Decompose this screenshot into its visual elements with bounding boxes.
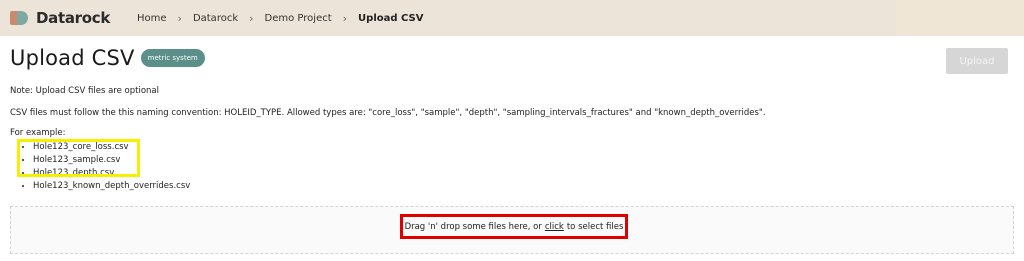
datarock-logo[interactable]: Datarock — [10, 9, 120, 27]
breadcrumb-datarock[interactable]: Datarock — [193, 13, 238, 24]
dropzone-text-before: Drag 'n' drop some files here, or — [404, 221, 542, 232]
topbar-right-area — [896, 0, 1024, 36]
breadcrumb-demo-project[interactable]: Demo Project — [265, 13, 332, 24]
chevron-right-icon: › — [249, 11, 254, 25]
logo-icon — [10, 9, 32, 27]
chevron-right-icon: › — [342, 11, 348, 25]
chevron-right-icon: › — [177, 11, 182, 25]
click-to-select-link[interactable]: click — [545, 222, 564, 232]
metric-system-badge: metric system — [140, 49, 205, 67]
optional-note: Note: Upload CSV files are optional — [10, 86, 159, 96]
breadcrumb-home[interactable]: Home — [137, 13, 167, 24]
list-item: Hole123_known_depth_overrides.csv — [33, 180, 190, 193]
yellow-highlight-box — [17, 139, 140, 177]
example-label: For example: — [10, 128, 66, 138]
naming-convention-text: CSV files must follow the this naming co… — [10, 108, 766, 118]
dropzone-prompt[interactable]: Drag 'n' drop some files here, or click … — [400, 214, 628, 239]
title-row: Upload CSV metric system — [10, 46, 205, 70]
dropzone-text-after: to select files — [566, 221, 624, 232]
breadcrumb: Home › Datarock › Demo Project › Upload … — [137, 12, 423, 25]
upload-button[interactable]: Upload — [946, 48, 1008, 74]
top-bar: Datarock Home › Datarock › Demo Project … — [0, 0, 1024, 36]
breadcrumb-upload-csv: Upload CSV — [358, 12, 424, 24]
app-name: Datarock — [36, 9, 111, 27]
page-title: Upload CSV — [10, 46, 135, 70]
